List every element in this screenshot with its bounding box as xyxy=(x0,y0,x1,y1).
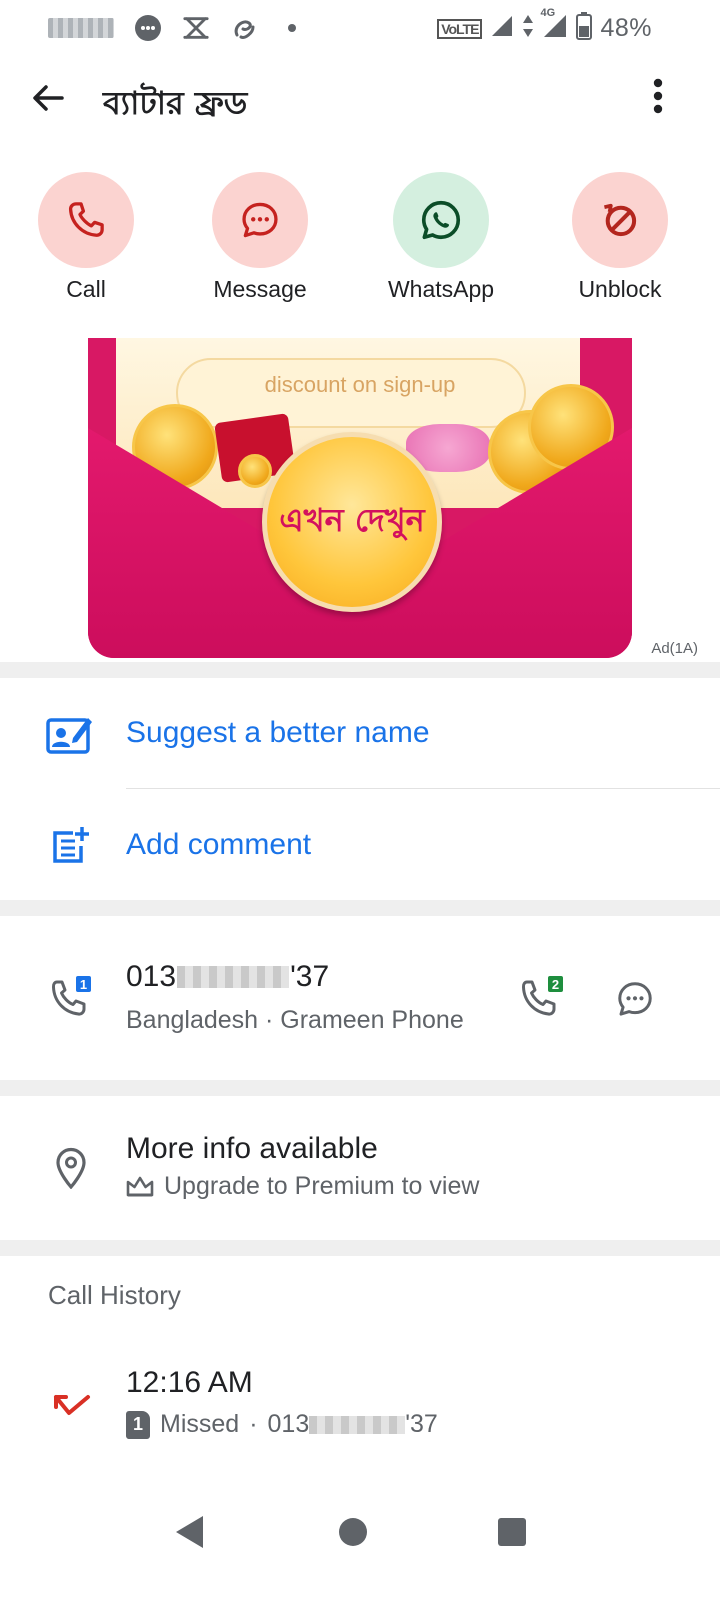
nav-home-button[interactable] xyxy=(323,1502,383,1562)
call-action-button[interactable]: Call xyxy=(0,172,176,303)
add-comment-row[interactable]: Add comment xyxy=(0,790,720,900)
whatsapp-action-label: WhatsApp xyxy=(387,276,495,302)
premium-upsell[interactable]: Upgrade to Premium to view xyxy=(126,1172,479,1201)
status-bar: VoLTE 4G 48% xyxy=(0,0,720,56)
battery-icon xyxy=(576,12,593,45)
ad-cta-button[interactable]: এখন দেখুন xyxy=(262,432,442,612)
taka-coin-image xyxy=(238,454,272,488)
status-time-blurred xyxy=(48,18,114,38)
history-number-prefix: 013 xyxy=(267,1410,310,1438)
data-arrows-icon xyxy=(522,13,534,44)
swirl-notification-icon xyxy=(230,14,258,42)
number-suffix: '37 xyxy=(290,960,330,993)
ad-cta-label: এখন দেখুন xyxy=(279,501,425,539)
arrow-back-icon xyxy=(33,85,64,111)
nav-back-button[interactable] xyxy=(160,1502,220,1562)
history-number-suffix: '37 xyxy=(405,1410,438,1438)
message-action-label: Message xyxy=(213,276,307,302)
more-notifications-dot-icon xyxy=(278,14,306,42)
square-recents-icon xyxy=(498,1518,526,1546)
ad-banner[interactable]: discount on sign-up এখন দেখুন xyxy=(88,338,632,658)
section-divider xyxy=(0,662,720,678)
volte-indicator: VoLTE xyxy=(437,18,483,39)
call-history-header: Call History xyxy=(48,1280,181,1310)
phone-icon xyxy=(68,202,104,237)
phone-sim1-icon: 1 xyxy=(51,976,91,1016)
suggest-name-row[interactable]: Suggest a better name xyxy=(0,678,720,788)
contact-name-title: ব্যাটার ফ্রড xyxy=(103,84,248,122)
whatsapp-icon xyxy=(421,200,461,240)
nav-recents-button[interactable] xyxy=(482,1502,542,1562)
network-gen-label: 4G xyxy=(540,7,556,19)
message-icon xyxy=(242,202,278,238)
sms-number-button[interactable] xyxy=(612,976,658,1022)
signal-2-icon: 4G xyxy=(540,7,568,44)
edit-contact-icon xyxy=(46,712,94,756)
call-action-label: Call xyxy=(66,276,106,302)
unblock-action-button[interactable]: Unblock xyxy=(530,172,710,303)
row-separator xyxy=(126,788,720,789)
overflow-menu-button[interactable] xyxy=(636,74,680,118)
section-divider xyxy=(0,900,720,916)
call-history-details: 1 Missed · 013 '37 xyxy=(126,1410,438,1439)
unblock-action-circle[interactable] xyxy=(572,172,668,268)
add-comment-icon xyxy=(50,824,92,866)
location-pin-icon xyxy=(52,1146,90,1190)
history-number-redacted xyxy=(309,1415,406,1434)
whatsapp-action-circle[interactable] xyxy=(393,172,489,268)
more-vert-icon xyxy=(653,78,663,114)
more-info-title: More info available xyxy=(126,1132,378,1165)
phone-number-text: 013 '37 xyxy=(126,960,329,994)
message-action-circle[interactable] xyxy=(212,172,308,268)
call-action-circle[interactable] xyxy=(38,172,134,268)
sim2-badge-label: 2 xyxy=(552,977,559,992)
sim1-badge-label: 1 xyxy=(80,977,87,992)
chat-notification-icon xyxy=(134,14,162,42)
system-nav-bar xyxy=(0,1480,720,1600)
message-action-button[interactable]: Message xyxy=(170,172,350,303)
more-info-row[interactable] xyxy=(0,1096,720,1240)
sim-badge: 1 xyxy=(126,1410,150,1439)
missed-call-icon xyxy=(52,1390,92,1420)
triangle-back-icon xyxy=(176,1516,203,1548)
contact-actions: Call Message WhatsApp Unblock xyxy=(0,172,720,308)
message-icon xyxy=(618,982,652,1016)
number-redacted xyxy=(177,966,290,988)
suggest-name-link[interactable]: Suggest a better name xyxy=(126,716,430,750)
phone-sim2-icon: 2 xyxy=(521,976,563,1016)
circle-home-icon xyxy=(339,1518,367,1546)
crown-icon xyxy=(126,1176,154,1196)
unblock-icon xyxy=(604,203,637,237)
unblock-action-label: Unblock xyxy=(578,276,662,302)
number-prefix: 013 xyxy=(126,960,177,993)
call-sim1-button[interactable]: 1 xyxy=(46,974,94,1022)
call-history-time: 12:16 AM xyxy=(126,1366,253,1399)
whatsapp-action-button[interactable]: WhatsApp xyxy=(351,172,531,303)
add-comment-link[interactable]: Add comment xyxy=(126,828,311,862)
back-button[interactable] xyxy=(26,76,70,120)
ad-label: Ad(1A) xyxy=(651,640,698,657)
call-history-separator: · xyxy=(249,1410,258,1438)
battery-percent: 48% xyxy=(600,14,652,42)
call-type: Missed xyxy=(160,1410,240,1438)
app-bar: ব্যাটার ফ্রড xyxy=(0,58,720,138)
section-divider xyxy=(0,1240,720,1256)
carrier-info: Bangladesh · Grameen Phone xyxy=(126,1006,464,1034)
call-history-number: 013 '37 xyxy=(268,1410,438,1439)
signal-1-icon xyxy=(490,14,514,43)
call-sim2-button[interactable]: 2 xyxy=(516,974,566,1022)
call-history-entry[interactable] xyxy=(0,1350,720,1460)
app-notification-icon xyxy=(182,14,210,42)
section-divider xyxy=(0,1080,720,1096)
premium-upsell-label: Upgrade to Premium to view xyxy=(164,1172,480,1200)
